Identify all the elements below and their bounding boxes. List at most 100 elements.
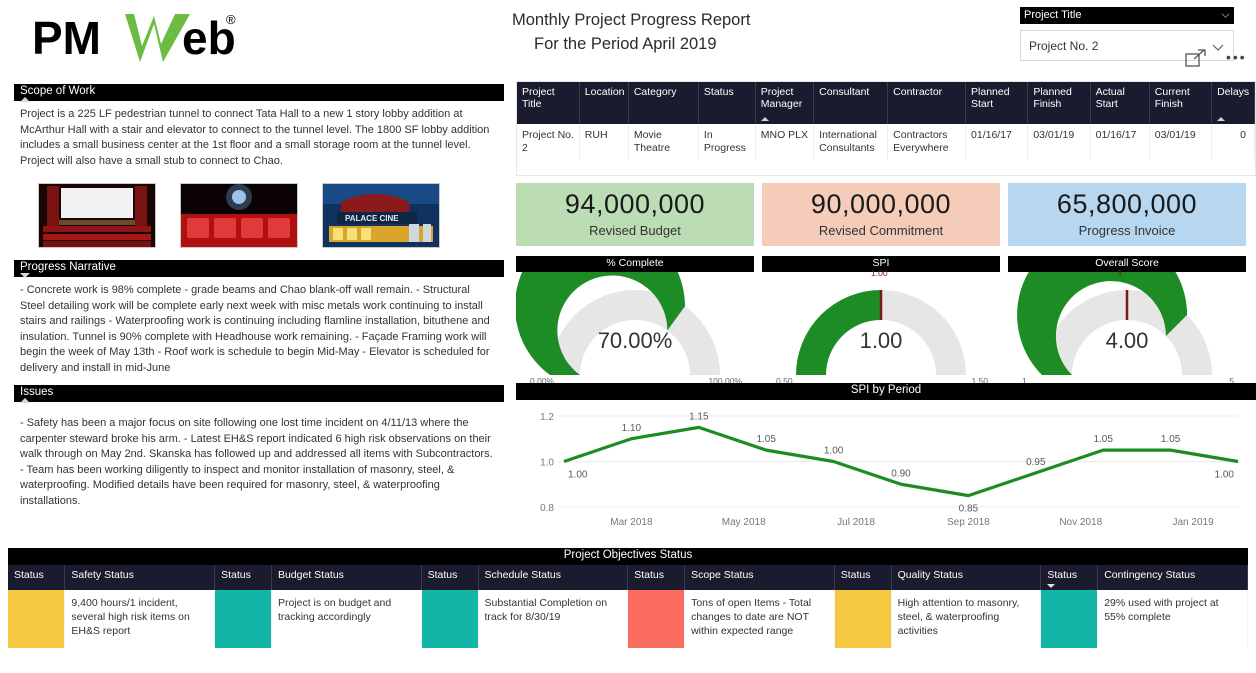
cell-category: Movie Theatre [628, 124, 698, 159]
kpi-revised-budget: 94,000,000 Revised Budget [516, 183, 754, 246]
x-axis-tick-label: Jul 2018 [837, 517, 875, 528]
gauge-value: 70.00% [516, 328, 754, 354]
col-contingency-status[interactable]: Contingency Status [1098, 565, 1248, 590]
gauge-target-label: 1.00 [871, 268, 911, 278]
status-text-3: Tons of open Items - Total changes to da… [685, 590, 835, 648]
y-axis-tick-label: 0.8 [540, 503, 554, 514]
report-page: PM eb ® Monthly Project Progress Report … [0, 0, 1256, 673]
col-consultant[interactable]: Consultant [814, 82, 888, 124]
col-planned-finish[interactable]: Planned Finish [1028, 82, 1090, 124]
data-label: 1.05 [1093, 434, 1113, 445]
gauge-percent-complete: 70.00% 0.00% 100.00% [516, 272, 754, 390]
col-current-finish[interactable]: Current Finish [1149, 82, 1211, 124]
col-schedule-status[interactable]: Schedule Status [478, 565, 628, 590]
gauge-value: 1.00 [762, 328, 1000, 354]
col-status-3[interactable]: Status [628, 565, 685, 590]
project-details-head: Project Title Location Category Status P… [517, 82, 1255, 124]
status-text-5: 29% used with project at 55% complete [1098, 590, 1248, 648]
col-status-1[interactable]: Status [215, 565, 272, 590]
x-axis-tick-label: Nov 2018 [1059, 517, 1102, 528]
gauge-title-percent-complete: % Complete [516, 256, 754, 272]
data-label: 1.00 [824, 446, 844, 457]
issues-text: - Safety has been a major focus on site … [14, 402, 504, 513]
cinema-red-seats-photo [180, 183, 298, 248]
col-status-5[interactable]: Status [1041, 565, 1098, 590]
table-header-row: Status Safety Status Status Budget Status St… [8, 565, 1248, 590]
y-axis-tick-label: 1.2 [540, 412, 554, 423]
col-label: Safety Status [71, 569, 133, 581]
col-quality-status[interactable]: Quality Status [891, 565, 1041, 590]
focus-mode-icon[interactable] [1185, 48, 1207, 68]
sort-descending-icon[interactable] [20, 273, 30, 278]
cell-location: RUH [579, 124, 628, 159]
y-axis-tick-label: 1.0 [540, 458, 554, 469]
project-details-grid: Project Title Location Category Status P… [517, 82, 1255, 159]
more-options-icon[interactable]: ••• [1226, 53, 1250, 63]
col-budget-status[interactable]: Budget Status [271, 565, 421, 590]
col-label: Project Manager [761, 86, 802, 110]
col-location[interactable]: Location [579, 82, 628, 124]
sort-ascending-icon[interactable] [20, 398, 30, 403]
palace-cinema-exterior-photo: PALACE CINE [322, 183, 440, 248]
col-label: Scope Status [691, 569, 753, 581]
status-badge-5 [1041, 590, 1098, 648]
col-project-manager[interactable]: Project Manager [755, 82, 813, 124]
scope-of-work-title: Scope of Work [20, 85, 95, 97]
status-text-1: Project is on budget and tracking accord… [271, 590, 421, 648]
col-planned-start[interactable]: Planned Start [966, 82, 1028, 124]
data-label: 1.15 [689, 411, 709, 422]
cell-consultant: International Consultants [814, 124, 888, 159]
col-label: Planned Finish [1033, 86, 1072, 110]
col-contractor[interactable]: Contractor [888, 82, 966, 124]
col-category[interactable]: Category [628, 82, 698, 124]
chevron-down-icon[interactable] [1211, 40, 1225, 54]
scope-image-gallery: PALACE CINE [14, 173, 504, 248]
x-axis-tick-label: Mar 2018 [610, 517, 653, 528]
chevron-down-icon [1221, 11, 1230, 20]
status-color-swatch [422, 590, 478, 648]
col-label: Delays [1217, 86, 1249, 98]
col-status-2[interactable]: Status [421, 565, 478, 590]
spi-chart-title: SPI by Period [851, 384, 921, 396]
table-header-row: Project Title Location Category Status P… [517, 82, 1255, 124]
issues-header: Issues [14, 385, 504, 402]
col-label: Contingency Status [1104, 569, 1195, 581]
cell-delays: 0 [1212, 124, 1255, 159]
table-row: 9,400 hours/1 incident, several high ris… [8, 590, 1248, 648]
kpi-value: 90,000,000 [762, 183, 1000, 220]
chart-x-axis-ticks: Mar 2018May 2018Jul 2018Sep 2018Nov 2018… [610, 517, 1256, 528]
col-label: Status [221, 569, 251, 581]
col-actual-start[interactable]: Actual Start [1090, 82, 1149, 124]
cell-project-title: Project No. 2 [517, 124, 579, 159]
x-axis-tick-label: Sep 2018 [947, 517, 990, 528]
col-status-0[interactable]: Status [8, 565, 65, 590]
scope-of-work-text: Project is a 225 LF pedestrian tunnel to… [14, 101, 504, 173]
col-label: Status [634, 569, 664, 581]
col-label: Project Title [522, 86, 555, 110]
issues-title: Issues [20, 386, 53, 398]
gauge-value: 4.00 [1008, 328, 1246, 354]
objectives-grid: Status Safety Status Status Budget Status St… [8, 565, 1248, 648]
slicer-title-bar: Project Title [1020, 7, 1234, 24]
status-color-swatch [835, 590, 891, 648]
col-safety-status[interactable]: Safety Status [65, 565, 215, 590]
chart-data-labels: 1.001.101.151.051.000.900.850.951.051.05… [568, 411, 1234, 514]
col-status-4[interactable]: Status [834, 565, 891, 590]
sort-descending-icon [1047, 584, 1055, 588]
cell-contractor: Contractors Everywhere [888, 124, 966, 159]
issues-card: Issues - Safety has been a major focus o… [14, 385, 504, 505]
col-label: Budget Status [278, 569, 344, 581]
cinema-red-seats-svg [181, 184, 297, 247]
sort-ascending-icon[interactable] [20, 97, 30, 102]
table-row[interactable]: Project No. 2 RUH Movie Theatre In Progr… [517, 124, 1255, 159]
col-status[interactable]: Status [698, 82, 755, 124]
col-delays[interactable]: Delays [1212, 82, 1255, 124]
col-label: Current Finish [1155, 86, 1190, 110]
cinema-auditorium-svg [39, 184, 155, 247]
status-badge-3 [628, 590, 685, 648]
status-badge-0 [8, 590, 65, 648]
col-project-title[interactable]: Project Title [517, 82, 579, 124]
col-scope-status[interactable]: Scope Status [685, 565, 835, 590]
objectives-header: Project Objectives Status [8, 548, 1248, 565]
data-label: 0.95 [1026, 457, 1046, 468]
